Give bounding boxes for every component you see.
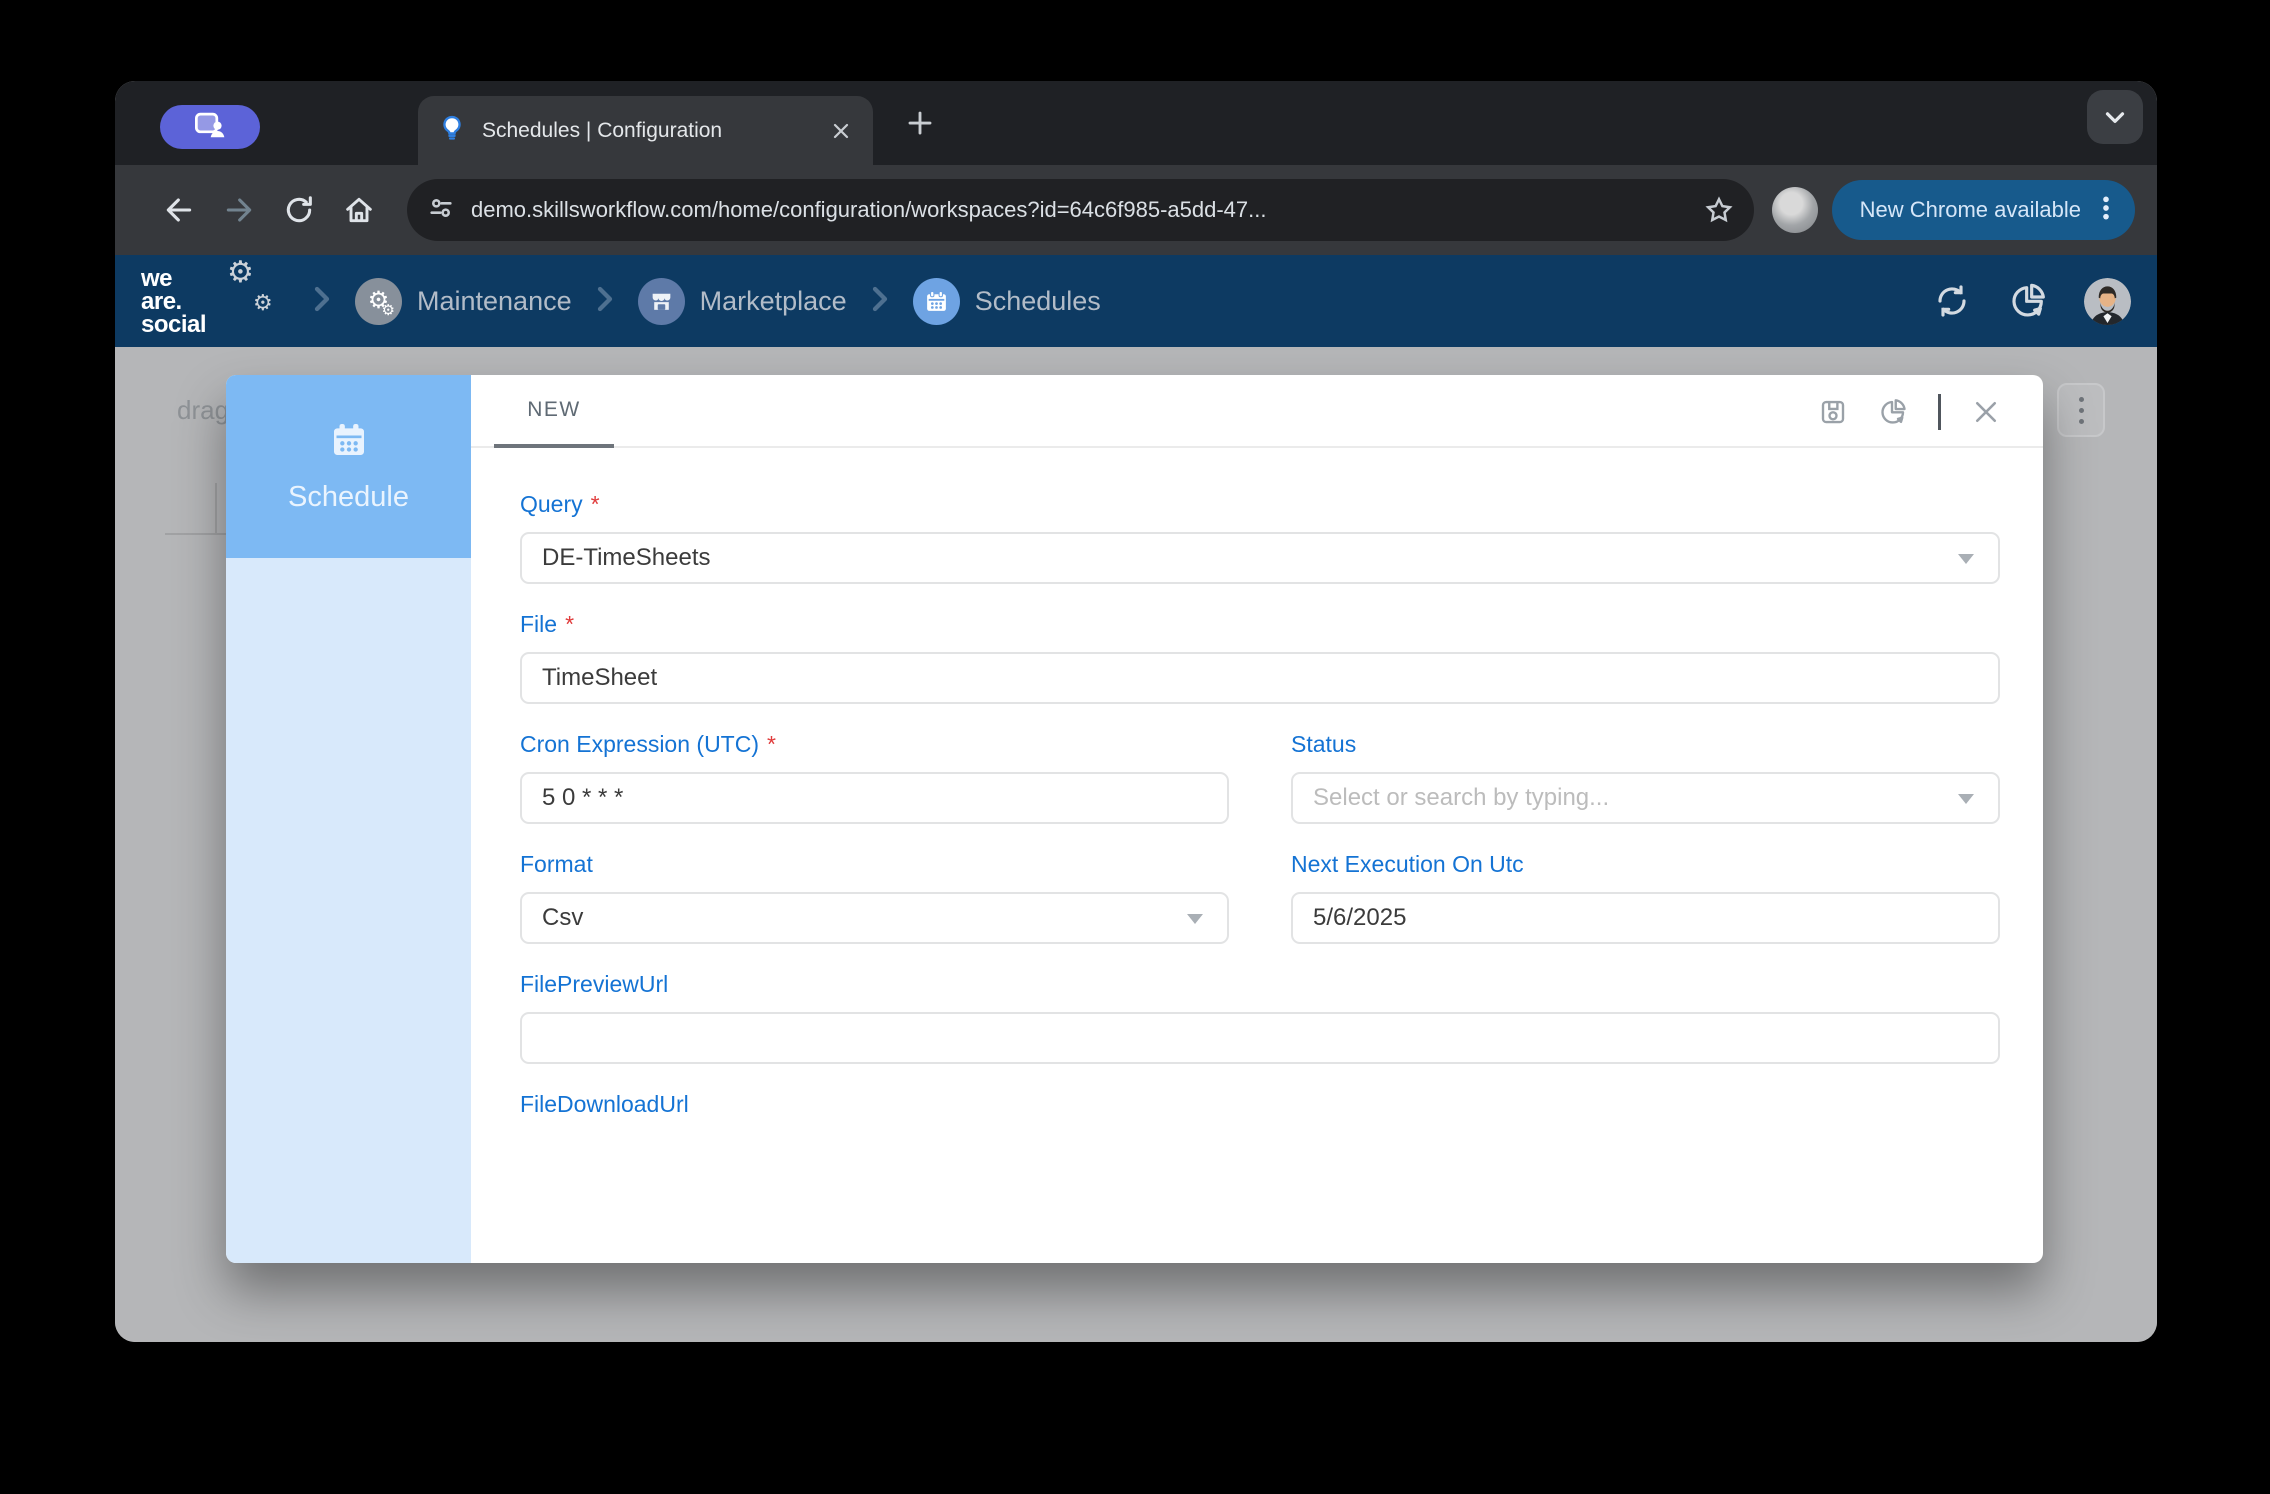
schedule-form: Query* DE-TimeSheets File*: [471, 448, 2043, 1145]
we-are-social-logo[interactable]: we are. social ⚙ ⚙: [141, 267, 289, 336]
address-bar[interactable]: demo.skillsworkflow.com/home/configurati…: [407, 179, 1754, 241]
next-execution-label: Next Execution On Utc: [1291, 851, 2000, 878]
tab-strip: Schedules | Configuration: [115, 81, 2157, 165]
site-settings-tune-icon[interactable]: [427, 194, 455, 227]
format-label: Format: [520, 851, 1229, 878]
logo-gear-icon: ⚙: [227, 261, 253, 284]
profile-card-icon: [192, 110, 228, 145]
logo-line-3: social: [141, 313, 289, 336]
page-content: drag: [115, 347, 2157, 1342]
header-actions: [1932, 278, 2131, 325]
modal-sidebar-header: Schedule: [226, 375, 471, 558]
calendar-icon: [329, 420, 369, 465]
reload-button[interactable]: [273, 184, 325, 236]
chevron-down-icon: [1958, 554, 1974, 564]
breadcrumb-item-schedules[interactable]: Schedules: [913, 278, 1101, 325]
breadcrumb-chevron-icon: [592, 284, 618, 319]
schedule-modal: Schedule NEW: [226, 375, 2043, 1263]
cron-input[interactable]: [520, 772, 1229, 824]
next-execution-field-group: Next Execution On Utc: [1291, 851, 2000, 944]
table-grid-line: [165, 533, 227, 535]
modal-sidebar-title: Schedule: [288, 481, 409, 514]
file-download-url-label: FileDownloadUrl: [520, 1091, 2000, 1118]
close-modal-button[interactable]: [1971, 397, 2001, 427]
cron-label: Cron Expression (UTC)*: [520, 731, 1229, 758]
format-field-group: Format Csv: [520, 851, 1229, 944]
logo-gear-small-icon: ⚙: [253, 291, 272, 314]
chevron-down-icon: [1958, 794, 1974, 804]
profile-tab-group-button[interactable]: [160, 105, 260, 149]
query-label: Query*: [520, 491, 2000, 518]
calendar-icon: [913, 278, 960, 325]
status-select[interactable]: Select or search by typing...: [1291, 772, 2000, 824]
browser-toolbar: demo.skillsworkflow.com/home/configurati…: [115, 165, 2157, 255]
format-select[interactable]: Csv: [520, 892, 1229, 944]
screenshot-canvas: Schedules | Configuration: [0, 0, 2270, 1494]
file-preview-url-label: FilePreviewUrl: [520, 971, 2000, 998]
breadcrumb-item-marketplace[interactable]: Marketplace: [638, 278, 847, 325]
cron-field-group: Cron Expression (UTC)*: [520, 731, 1229, 824]
drag-group-hint-text: drag: [177, 395, 229, 426]
logo-line-1: we: [141, 267, 289, 290]
file-download-url-field-group: FileDownloadUrl: [520, 1091, 2000, 1118]
lightbulb-favicon-icon: [438, 114, 466, 147]
modal-actions: [1818, 375, 2001, 448]
query-field-group: Query* DE-TimeSheets: [520, 491, 2000, 584]
file-preview-url-input[interactable]: [520, 1012, 2000, 1064]
breadcrumb-label: Maintenance: [417, 286, 572, 317]
refresh-sync-icon[interactable]: [1932, 281, 1972, 321]
file-field-group: File*: [520, 611, 2000, 704]
pie-chart-icon[interactable]: [2008, 281, 2048, 321]
back-button[interactable]: [153, 184, 205, 236]
breadcrumb-item-maintenance[interactable]: ⚙⚙ Maintenance: [355, 278, 572, 325]
breadcrumb-label: Schedules: [975, 286, 1101, 317]
pie-chart-button[interactable]: [1878, 397, 1908, 427]
browser-window: Schedules | Configuration: [115, 81, 2157, 1342]
table-grid-line: [215, 483, 217, 535]
status-field-group: Status Select or search by typing...: [1291, 731, 2000, 824]
tab-title: Schedules | Configuration: [482, 119, 813, 143]
query-select[interactable]: DE-TimeSheets: [520, 532, 2000, 584]
actions-divider: [1938, 394, 1941, 430]
modal-tab-bar: NEW: [471, 375, 2043, 448]
breadcrumb-chevron-icon: [867, 284, 893, 319]
app-header-bar: we are. social ⚙ ⚙ ⚙⚙ Maintenance: [115, 255, 2157, 347]
chevron-down-icon: [1187, 914, 1203, 924]
storefront-icon: [638, 278, 685, 325]
format-value: Csv: [542, 904, 583, 932]
window-chevron-down-button[interactable]: [2087, 90, 2143, 144]
more-options-button[interactable]: [2057, 383, 2105, 437]
tab-new[interactable]: NEW: [494, 375, 614, 448]
url-text: demo.skillsworkflow.com/home/configurati…: [471, 197, 1688, 223]
browser-profile-avatar[interactable]: [1772, 187, 1818, 233]
update-chrome-button[interactable]: New Chrome available: [1832, 180, 2135, 240]
home-button[interactable]: [333, 184, 385, 236]
kebab-menu-icon[interactable]: [2093, 191, 2119, 230]
breadcrumb-chevron-icon: [309, 284, 335, 319]
next-execution-input[interactable]: [1291, 892, 2000, 944]
query-value: DE-TimeSheets: [542, 544, 711, 572]
modal-sidebar: Schedule: [226, 375, 471, 1263]
user-avatar[interactable]: [2084, 278, 2131, 325]
save-button[interactable]: [1818, 397, 1848, 427]
maintenance-gears-icon: ⚙⚙: [355, 278, 402, 325]
browser-tab[interactable]: Schedules | Configuration: [418, 96, 873, 165]
modal-main: NEW: [471, 375, 2043, 1263]
breadcrumb-label: Marketplace: [700, 286, 847, 317]
update-chrome-label: New Chrome available: [1860, 197, 2081, 223]
file-preview-url-field-group: FilePreviewUrl: [520, 971, 2000, 1064]
status-placeholder: Select or search by typing...: [1313, 784, 1609, 812]
new-tab-button[interactable]: [905, 108, 935, 138]
forward-button[interactable]: [213, 184, 265, 236]
tab-close-button[interactable]: [829, 119, 853, 143]
bookmark-star-icon[interactable]: [1704, 195, 1734, 225]
file-label: File*: [520, 611, 2000, 638]
status-label: Status: [1291, 731, 2000, 758]
modal-sidebar-body: [226, 558, 471, 1263]
file-input[interactable]: [520, 652, 2000, 704]
